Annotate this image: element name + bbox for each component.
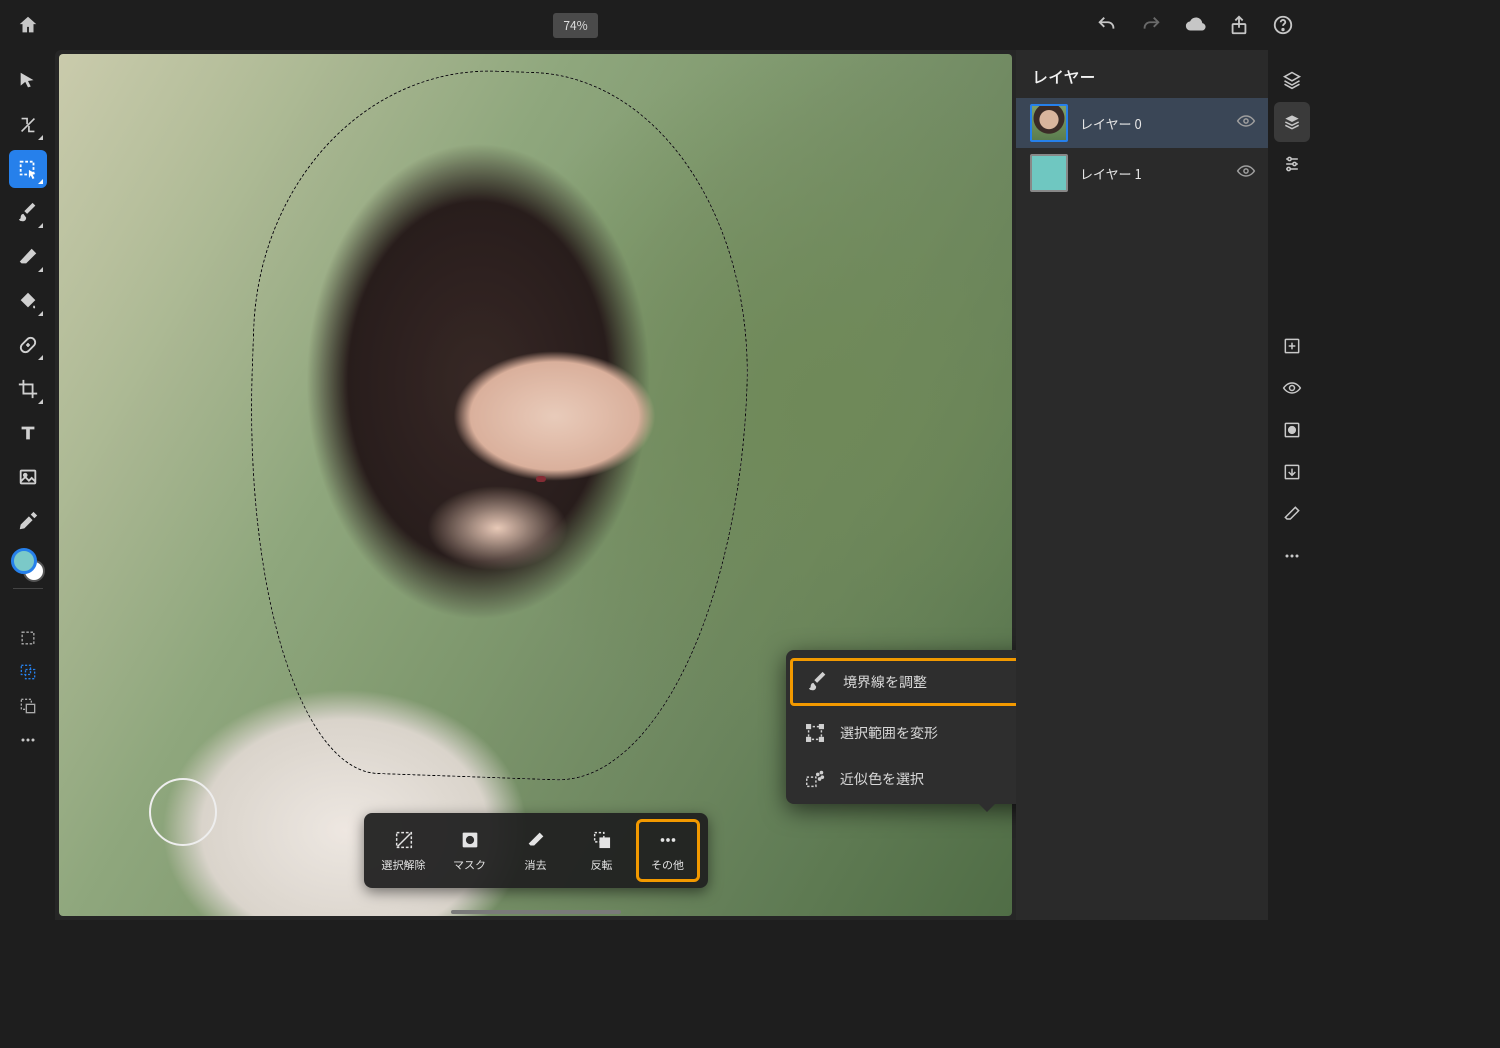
layer-thumbnail: [1030, 104, 1068, 142]
heal-tool[interactable]: [9, 326, 47, 364]
popover-transform-selection[interactable]: 選択範囲を変形: [786, 710, 1046, 756]
more-label: その他: [651, 857, 684, 873]
fill-tool[interactable]: [9, 282, 47, 320]
eyedropper-tool[interactable]: [9, 502, 47, 540]
transform-selection-icon: [804, 722, 826, 744]
visibility-button[interactable]: [1274, 368, 1310, 408]
erase-button[interactable]: 消去: [504, 822, 568, 879]
brush-tool[interactable]: [9, 194, 47, 232]
layers-tab[interactable]: [1274, 60, 1310, 100]
home-indicator: [451, 910, 621, 914]
move-tool[interactable]: [9, 62, 47, 100]
selection-action-bar: 選択解除 マスク 消去 反転 その他: [364, 813, 708, 888]
color-swatch[interactable]: [11, 548, 45, 582]
home-icon[interactable]: [17, 14, 39, 36]
visibility-icon[interactable]: [1236, 111, 1256, 135]
deselect-icon: [392, 828, 416, 852]
type-tool[interactable]: [9, 414, 47, 452]
layer-name: レイヤー 0: [1080, 114, 1224, 133]
top-bar: 74%: [0, 0, 1316, 50]
redo-icon[interactable]: [1140, 14, 1162, 36]
eraser-tool[interactable]: [9, 238, 47, 276]
selection-add[interactable]: [13, 657, 43, 687]
transform-tool[interactable]: [9, 106, 47, 144]
layer-thumbnail: [1030, 154, 1068, 192]
cloud-icon[interactable]: [1184, 14, 1206, 36]
layer-props-tab[interactable]: [1274, 102, 1310, 142]
erase-icon: [524, 828, 548, 852]
popover-refine-edge-label: 境界線を調整: [843, 672, 927, 692]
invert-button[interactable]: 反転: [570, 822, 634, 879]
right-strip: [1268, 50, 1316, 920]
invert-label: 反転: [591, 857, 613, 873]
mask-label: マスク: [453, 857, 486, 873]
delete-button[interactable]: [1274, 494, 1310, 534]
toolbar-divider: [13, 588, 43, 589]
deselect-label: 選択解除: [382, 857, 426, 873]
more-icon: [656, 828, 680, 852]
undo-icon[interactable]: [1096, 14, 1118, 36]
share-icon[interactable]: [1228, 14, 1250, 36]
import-button[interactable]: [1274, 452, 1310, 492]
popover-select-similar[interactable]: 近似色を選択: [786, 756, 1046, 802]
layer-row[interactable]: レイヤー 0: [1016, 98, 1268, 148]
layer-row[interactable]: レイヤー 1: [1016, 148, 1268, 198]
place-image-tool[interactable]: [9, 458, 47, 496]
erase-label: 消去: [525, 857, 547, 873]
popover-select-similar-label: 近似色を選択: [840, 769, 924, 789]
selection-tool[interactable]: [9, 150, 47, 188]
layers-title: レイヤー: [1016, 50, 1268, 98]
adjustments-tab[interactable]: [1274, 144, 1310, 184]
visibility-icon[interactable]: [1236, 161, 1256, 185]
strip-more-button[interactable]: [1274, 536, 1310, 576]
crop-tool[interactable]: [9, 370, 47, 408]
selection-subtract[interactable]: [13, 691, 43, 721]
layers-panel: レイヤー レイヤー 0 レイヤー 1: [1016, 50, 1268, 920]
zoom-level[interactable]: 74%: [553, 13, 597, 38]
popover-transform-selection-label: 選択範囲を変形: [840, 723, 938, 743]
tool-more[interactable]: [13, 725, 43, 755]
select-similar-icon: [804, 768, 826, 790]
deselect-button[interactable]: 選択解除: [372, 822, 436, 879]
selection-new[interactable]: [13, 623, 43, 653]
refine-edge-icon: [807, 671, 829, 693]
invert-icon: [590, 828, 614, 852]
left-toolbar: [0, 50, 55, 920]
layer-name: レイヤー 1: [1080, 164, 1224, 183]
popover-refine-edge[interactable]: 境界線を調整: [790, 658, 1042, 706]
add-layer-button[interactable]: [1274, 326, 1310, 366]
more-popover: 境界線を調整 選択範囲を変形 近似色を選択: [786, 650, 1046, 804]
mask-panel-button[interactable]: [1274, 410, 1310, 450]
more-button[interactable]: その他: [636, 819, 700, 882]
mask-button[interactable]: マスク: [438, 822, 502, 879]
help-icon[interactable]: [1272, 14, 1294, 36]
mask-icon: [458, 828, 482, 852]
